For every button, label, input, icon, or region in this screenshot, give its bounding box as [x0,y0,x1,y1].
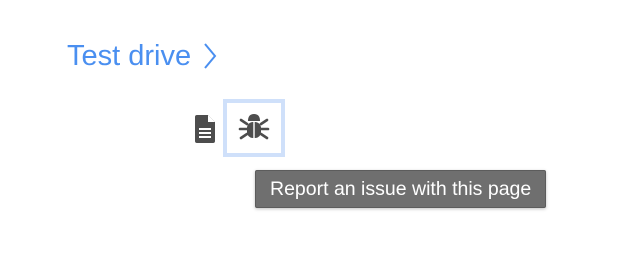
view-source-button[interactable] [192,114,218,148]
tooltip: Report an issue with this page [255,170,547,208]
tooltip-text: Report an issue with this page [270,178,532,200]
document-icon [194,114,216,148]
breadcrumb-link[interactable]: Test drive [67,36,217,76]
bug-icon [238,112,270,145]
breadcrumb-label: Test drive [67,39,192,72]
report-issue-button[interactable] [223,99,285,157]
chevron-right-icon [203,41,217,71]
